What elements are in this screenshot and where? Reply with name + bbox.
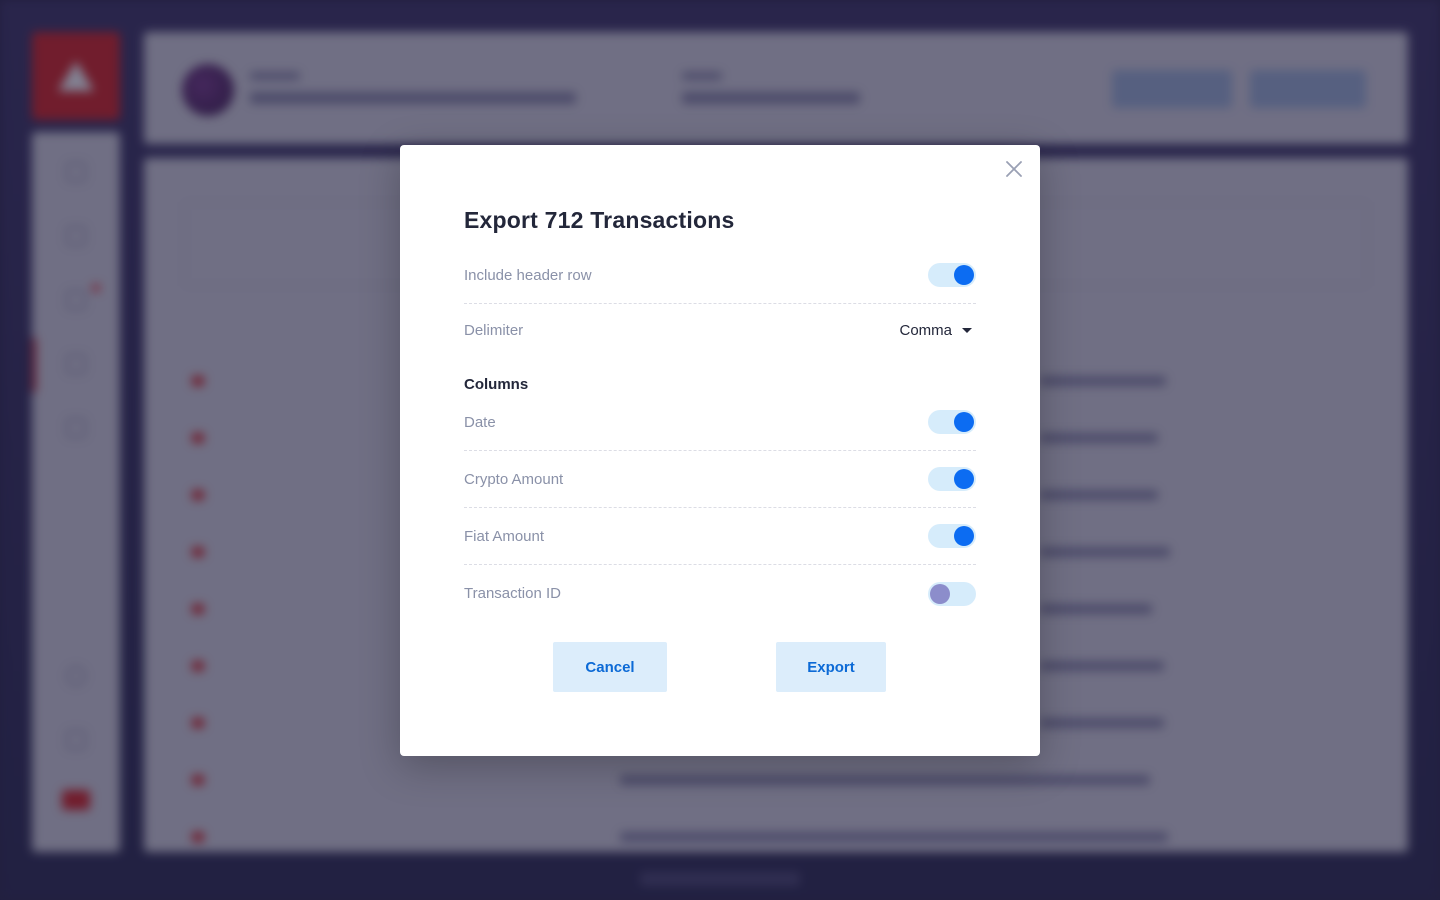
export-button[interactable]: Export [776,642,886,692]
export-modal: Export 712 Transactions Include header r… [400,145,1040,756]
column-option-crypto-amount: Crypto Amount [464,451,976,508]
column-option-date: Date [464,394,976,451]
column-label: Fiat Amount [464,527,545,545]
header-row-label: Include header row [464,266,592,284]
cancel-button[interactable]: Cancel [553,642,667,692]
transaction-id-toggle[interactable] [928,581,976,606]
chevron-down-icon [962,328,972,333]
option-header-row: Include header row [464,247,976,304]
column-label: Date [464,413,496,431]
fiat-amount-toggle[interactable] [928,524,976,548]
column-label: Crypto Amount [464,470,564,488]
close-button[interactable] [1002,159,1026,183]
delimiter-value: Comma [899,322,952,339]
delimiter-select[interactable]: Comma [899,322,976,339]
date-toggle[interactable] [928,410,976,434]
column-option-fiat-amount: Fiat Amount [464,508,976,565]
column-option-transaction-id: Transaction ID [464,565,976,622]
columns-heading: Columns [464,376,529,393]
option-delimiter: Delimiter Comma [464,302,976,359]
header-row-toggle[interactable] [928,263,976,287]
modal-title: Export 712 Transactions [464,207,735,233]
close-icon [1005,160,1023,183]
delimiter-label: Delimiter [464,322,524,339]
crypto-amount-toggle[interactable] [928,467,976,491]
column-label: Transaction ID [464,585,561,602]
